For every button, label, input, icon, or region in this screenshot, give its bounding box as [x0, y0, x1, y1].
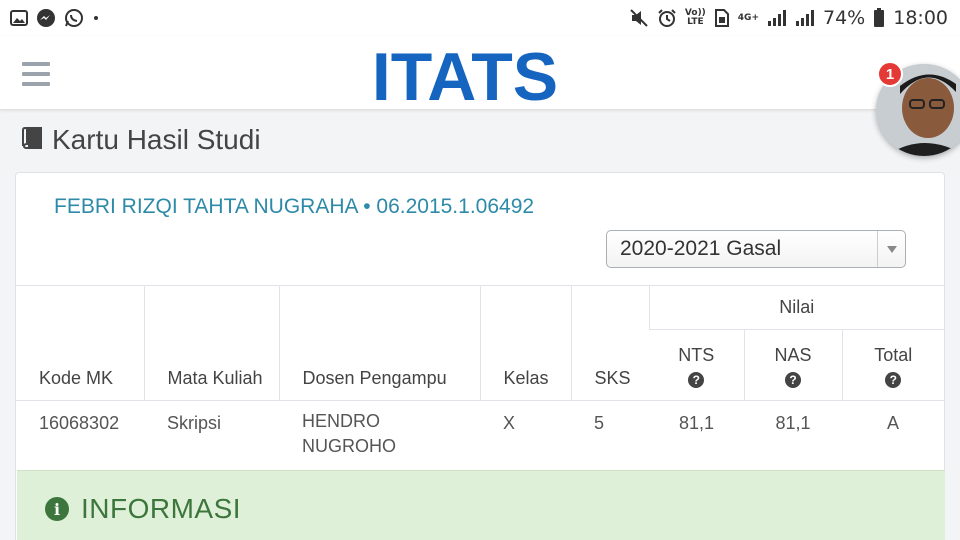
student-name-id: FEBRI RIZQI TAHTA NUGRAHA • 06.2015.1.06… — [54, 195, 535, 218]
cell-total: A — [842, 400, 944, 471]
cell-kode: 16068302 — [16, 400, 144, 471]
messenger-icon — [36, 8, 56, 28]
col-group-nilai: Nilai — [648, 285, 944, 330]
table-row: 16068302 Skripsi HENDRO NUGROHO X 5 81,1… — [16, 400, 944, 471]
col-mata-kuliah: Mata Kuliah — [143, 285, 279, 401]
gallery-icon — [10, 10, 28, 26]
col-nts: NTS? — [649, 329, 744, 401]
sim-icon — [714, 8, 730, 28]
col-nas: NAS? — [743, 329, 842, 401]
table-header-row: Kode MK Mata Kuliah Dosen Pengampu Kelas… — [16, 285, 944, 401]
col-sks: SKS — [570, 285, 649, 401]
col-nas-label: NAS — [774, 345, 812, 365]
semester-select-value: 2020-2021 Gasal — [620, 237, 782, 260]
info-icon: i — [45, 497, 69, 521]
cell-nas: 81,1 — [744, 400, 842, 471]
info-header: i INFORMASI — [45, 493, 241, 525]
col-total-label: Total — [874, 345, 913, 365]
signal-icon — [767, 9, 787, 27]
semester-select[interactable]: 2020-2021 Gasal — [606, 230, 906, 268]
cell-nts: 81,1 — [649, 400, 744, 471]
col-kelas: Kelas — [479, 285, 571, 401]
khs-card: FEBRI RIZQI TAHTA NUGRAHA • 06.2015.1.06… — [15, 172, 945, 540]
network-label: 4G+ — [737, 12, 759, 23]
alarm-icon — [657, 8, 677, 28]
cell-kelas: X — [480, 400, 571, 471]
volte-icon: Vo)) LTE — [685, 9, 706, 27]
battery-icon — [873, 8, 885, 28]
signal-2-icon — [795, 9, 815, 27]
cell-dosen: HENDRO NUGROHO — [279, 400, 480, 471]
col-total: Total? — [841, 329, 944, 401]
col-dosen: Dosen Pengampu — [278, 285, 480, 401]
whatsapp-icon — [64, 8, 84, 28]
col-kode-mk: Kode MK — [16, 285, 144, 401]
notification-dot-icon — [92, 14, 100, 22]
chevron-down-icon — [877, 231, 905, 267]
grades-table: Kode MK Mata Kuliah Dosen Pengampu Kelas… — [16, 285, 944, 471]
itats-logo[interactable]: ITATS — [364, 42, 566, 108]
app-header: ITATS — [0, 36, 960, 110]
help-icon[interactable]: ? — [785, 372, 801, 388]
network-type: 4G+ — [737, 12, 759, 23]
col-nts-label: NTS — [678, 345, 715, 365]
menu-icon[interactable] — [22, 62, 50, 86]
page-title-text: Kartu Hasil Studi — [52, 124, 261, 155]
logo-text: ITATS — [372, 42, 558, 108]
info-title: INFORMASI — [81, 493, 242, 524]
cell-sks: 5 — [571, 400, 649, 471]
status-bar: Vo)) LTE 4G+ 74% 18:00 — [0, 0, 960, 36]
help-icon[interactable]: ? — [885, 372, 902, 388]
info-banner: i INFORMASI — [17, 470, 945, 540]
cell-mata-kuliah: Skripsi — [144, 400, 279, 471]
status-bar-left — [10, 8, 100, 28]
notification-badge: 1 — [877, 61, 903, 87]
book-icon — [20, 126, 44, 155]
lte-label: LTE — [687, 17, 704, 27]
status-bar-right: Vo)) LTE 4G+ 74% 18:00 — [629, 7, 948, 29]
page-title: Kartu Hasil Studi — [20, 124, 261, 156]
mute-icon — [629, 8, 649, 28]
battery-percent: 74% — [823, 7, 866, 29]
help-icon[interactable]: ? — [688, 372, 705, 388]
clock: 18:00 — [893, 7, 948, 29]
